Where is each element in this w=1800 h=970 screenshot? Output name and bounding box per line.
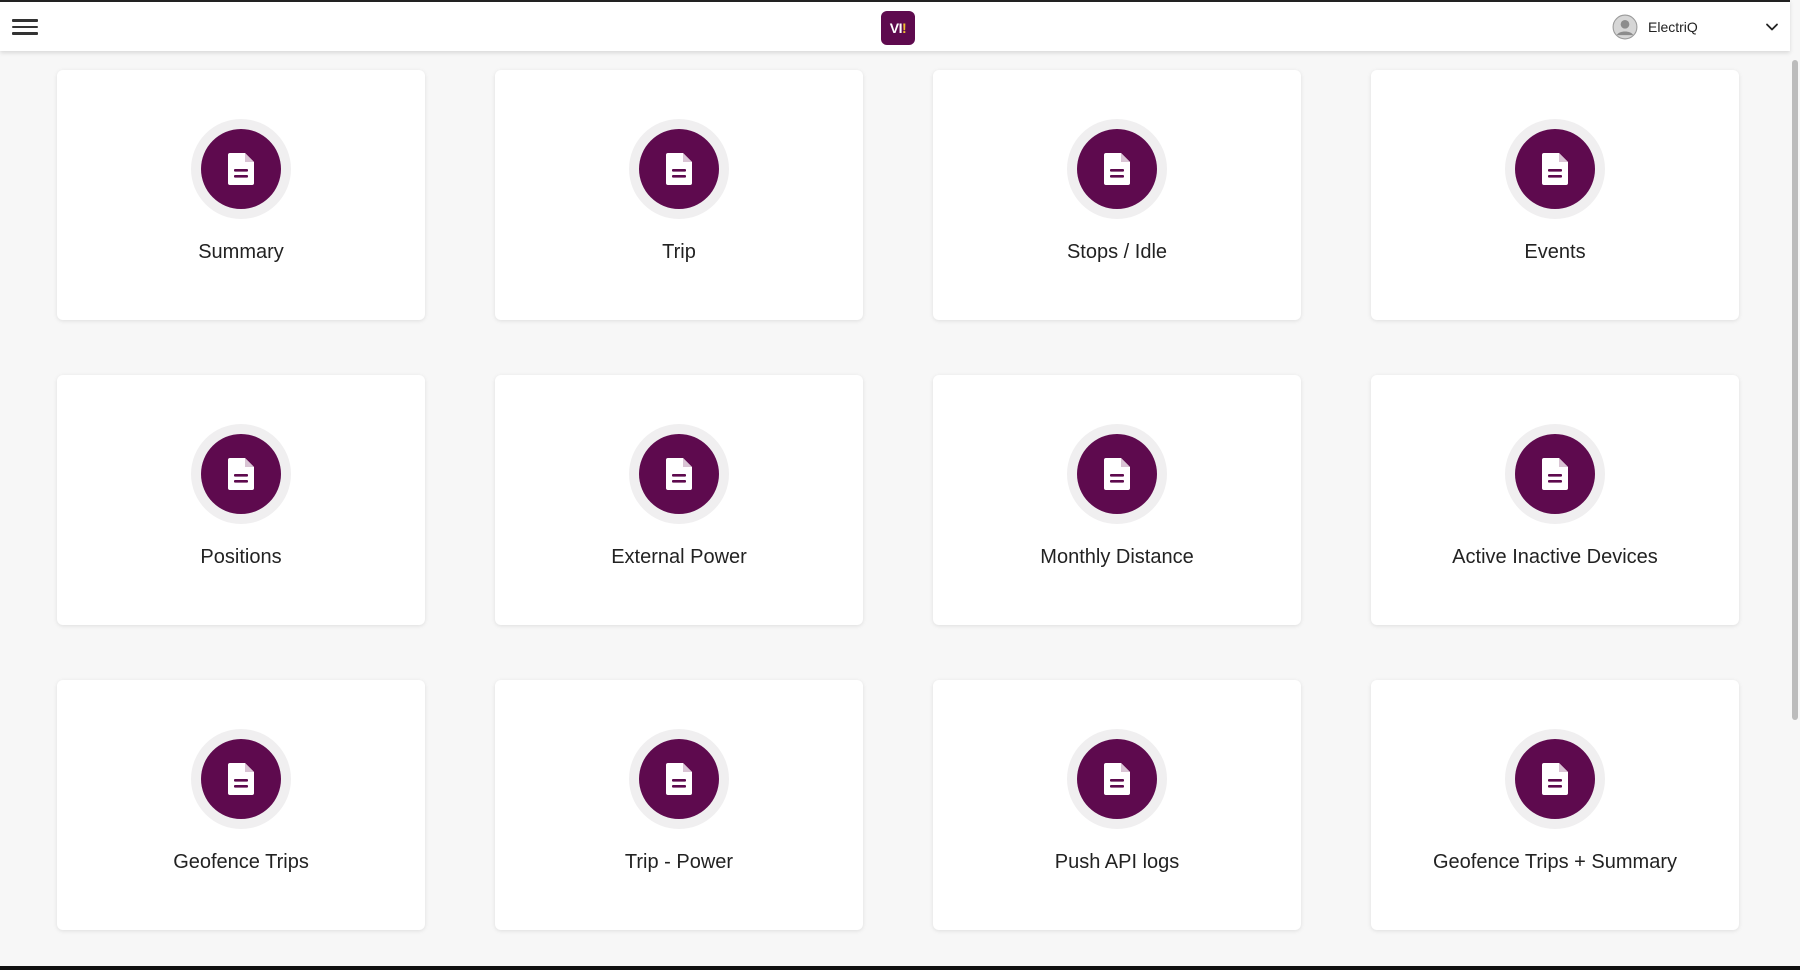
icon-ring [1067, 424, 1167, 524]
icon-ring [1505, 424, 1605, 524]
document-icon [228, 458, 254, 490]
report-card-monthly-distance[interactable]: Monthly Distance [933, 375, 1301, 625]
icon-badge [201, 739, 281, 819]
report-card-title: Trip - Power [624, 851, 734, 873]
vertical-scrollbar[interactable] [1792, 60, 1798, 720]
icon-badge [1515, 129, 1595, 209]
chevron-down-icon[interactable] [1764, 19, 1780, 35]
icon-ring [191, 729, 291, 829]
document-icon [1542, 458, 1568, 490]
document-icon [1542, 763, 1568, 795]
report-card-events[interactable]: Events [1371, 70, 1739, 320]
report-card-stops-idle[interactable]: Stops / Idle [933, 70, 1301, 320]
report-card-title: Positions [200, 546, 282, 568]
report-card-active-inactive-devices[interactable]: Active Inactive Devices [1371, 375, 1739, 625]
icon-ring [629, 424, 729, 524]
logo-accent: ! [902, 20, 907, 36]
window-bottom-edge [0, 966, 1800, 970]
user-circle-icon [1612, 14, 1638, 40]
document-icon [666, 763, 692, 795]
icon-badge [639, 129, 719, 209]
document-icon [666, 458, 692, 490]
report-card-title: Summary [198, 241, 284, 263]
document-icon [1104, 458, 1130, 490]
user-menu[interactable]: ElectriQ [1612, 10, 1780, 44]
document-icon [228, 763, 254, 795]
icon-ring [629, 729, 729, 829]
document-icon [1542, 153, 1568, 185]
icon-ring [629, 119, 729, 219]
icon-badge [639, 434, 719, 514]
icon-ring [1067, 729, 1167, 829]
report-grid: Summary Trip Stops / Idle Events Positio… [57, 70, 1739, 930]
report-card-geofence-trips[interactable]: Geofence Trips [57, 680, 425, 930]
icon-ring [1505, 729, 1605, 829]
icon-ring [1505, 119, 1605, 219]
hamburger-icon[interactable] [12, 16, 38, 38]
icon-badge [1077, 434, 1157, 514]
report-card-external-power[interactable]: External Power [495, 375, 863, 625]
icon-badge [639, 739, 719, 819]
report-card-title: Events [1524, 241, 1586, 263]
report-card-title: Active Inactive Devices [1452, 546, 1658, 568]
user-name: ElectriQ [1648, 19, 1698, 35]
report-card-title: Stops / Idle [1066, 241, 1168, 263]
report-card-title: Push API logs [1054, 851, 1180, 873]
icon-badge [1515, 739, 1595, 819]
report-card-positions[interactable]: Positions [57, 375, 425, 625]
document-icon [666, 153, 692, 185]
report-card-trip[interactable]: Trip [495, 70, 863, 320]
icon-ring [191, 424, 291, 524]
icon-badge [201, 434, 281, 514]
report-card-title: Monthly Distance [1040, 546, 1194, 568]
icon-badge [201, 129, 281, 209]
icon-badge [1515, 434, 1595, 514]
document-icon [1104, 153, 1130, 185]
report-card-trip-power[interactable]: Trip - Power [495, 680, 863, 930]
document-icon [228, 153, 254, 185]
report-card-title: Geofence Trips + Summary [1433, 851, 1677, 873]
report-card-push-api-logs[interactable]: Push API logs [933, 680, 1301, 930]
report-card-geofence-trips-summary[interactable]: Geofence Trips + Summary [1371, 680, 1739, 930]
app-logo[interactable]: VI! [881, 11, 915, 45]
icon-badge [1077, 129, 1157, 209]
report-card-title: Geofence Trips [173, 851, 309, 873]
logo-text: VI [889, 20, 903, 36]
report-card-summary[interactable]: Summary [57, 70, 425, 320]
icon-badge [1077, 739, 1157, 819]
report-card-title: Trip [662, 241, 696, 263]
icon-ring [191, 119, 291, 219]
report-card-title: External Power [611, 546, 747, 568]
document-icon [1104, 763, 1130, 795]
top-app-bar: VI! ElectriQ [0, 0, 1790, 51]
icon-ring [1067, 119, 1167, 219]
